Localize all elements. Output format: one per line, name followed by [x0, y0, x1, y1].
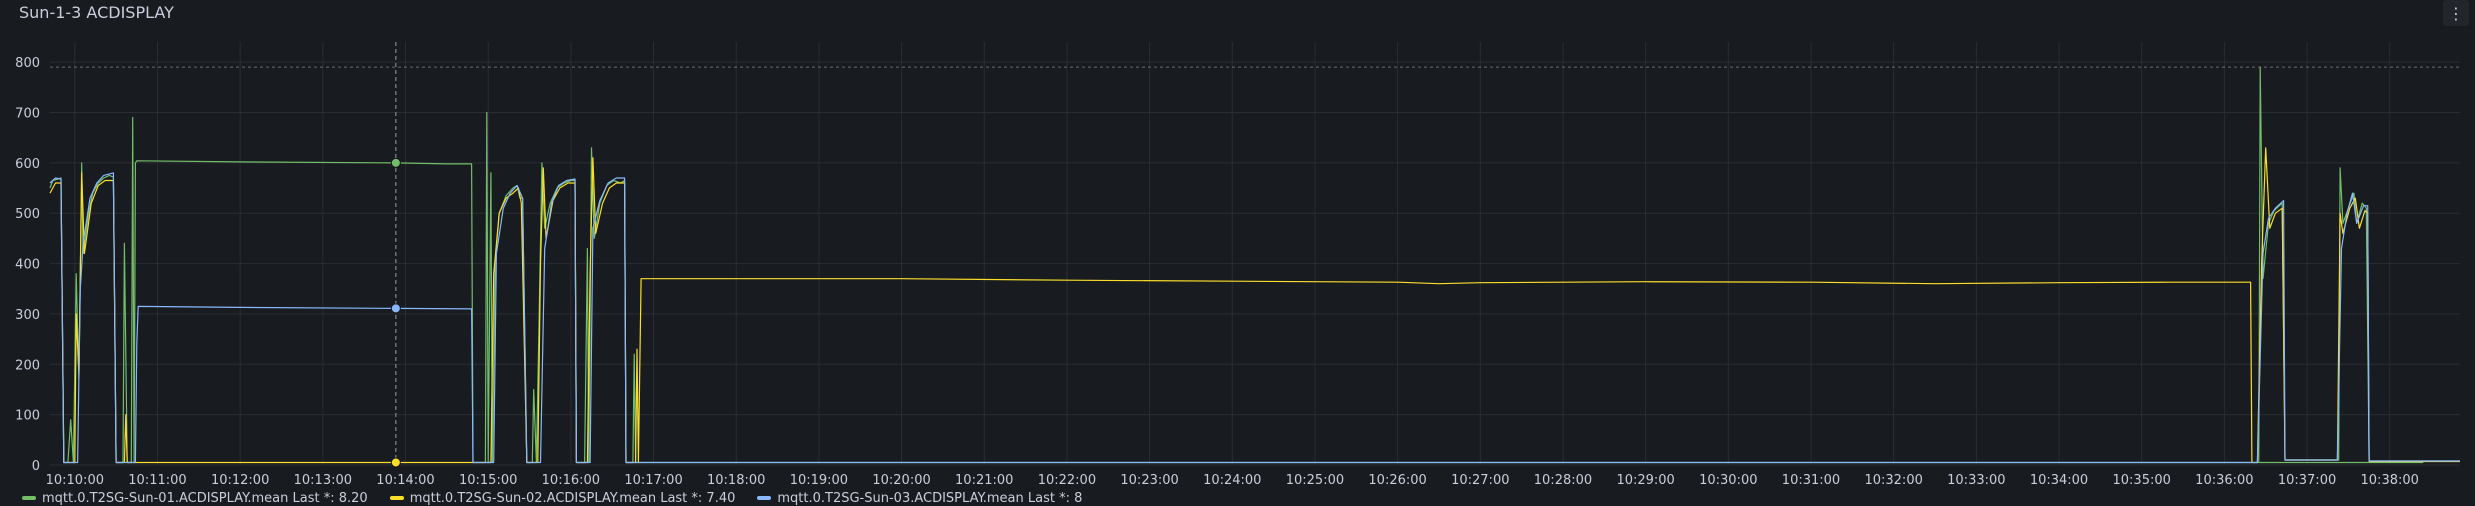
x-tick-label: 10:34:00	[2030, 473, 2088, 488]
x-tick-label: 10:30:00	[1699, 473, 1757, 488]
x-tick-label: 10:11:00	[128, 473, 186, 488]
legend: mqtt.0.T2SG-Sun-01.ACDISPLAY.mean Last *…	[22, 490, 1083, 506]
legend-swatch	[22, 496, 36, 500]
x-tick-label: 10:35:00	[2113, 473, 2171, 488]
x-tick-label: 10:17:00	[624, 473, 682, 488]
chart-panel: Sun-1-3 ACDISPLAY ⋮ 0 100 200 300 400 500 600 7…	[0, 0, 2475, 506]
y-tick-label: 800	[15, 56, 40, 71]
legend-label: mqtt.0.T2SG-Sun-01.ACDISPLAY.mean Last *…	[42, 490, 368, 506]
x-tick-label: 10:33:00	[1947, 473, 2005, 488]
x-tick-label: 10:16:00	[542, 473, 600, 488]
x-tick-label: 10:19:00	[790, 473, 848, 488]
x-tick-label: 10:24:00	[1203, 473, 1261, 488]
legend-item-2[interactable]: mqtt.0.T2SG-Sun-02.ACDISPLAY.mean Last *…	[389, 490, 736, 506]
x-tick-label: 10:31:00	[1782, 473, 1840, 488]
x-tick-label: 10:12:00	[211, 473, 269, 488]
x-tick-label: 10:38:00	[2361, 473, 2419, 488]
y-axis-ticks: 0 100 200 300 400 500 600 700 800	[15, 56, 40, 474]
y-tick-label: 500	[15, 207, 40, 222]
x-tick-label: 10:36:00	[2195, 473, 2253, 488]
crosshair-point-1	[390, 157, 401, 168]
y-tick-label: 400	[15, 258, 40, 273]
x-tick-label: 10:15:00	[459, 473, 517, 488]
series-line-3	[49, 172, 2460, 464]
series-line-2	[49, 147, 2460, 464]
crosshair-point-3	[390, 303, 401, 314]
x-tick-label: 10:10:00	[46, 473, 104, 488]
x-tick-label: 10:32:00	[1864, 473, 1922, 488]
x-tick-label: 10:21:00	[955, 473, 1013, 488]
legend-label: mqtt.0.T2SG-Sun-02.ACDISPLAY.mean Last *…	[409, 490, 736, 506]
y-tick-label: 0	[32, 459, 40, 474]
legend-swatch	[389, 496, 404, 500]
legend-swatch	[757, 496, 772, 500]
crosshair-point-2	[390, 457, 401, 468]
x-tick-label: 10:23:00	[1120, 473, 1178, 488]
x-axis-ticks: 10:10:00 10:11:00 10:12:00 10:13:00 10:14:00…	[46, 473, 2419, 488]
y-tick-label: 200	[15, 358, 40, 373]
y-tick-label: 700	[15, 107, 40, 122]
x-tick-label: 10:13:00	[294, 473, 352, 488]
y-tick-label: 100	[15, 409, 40, 424]
x-tick-label: 10:28:00	[1534, 473, 1592, 488]
legend-label: mqtt.0.T2SG-Sun-03.ACDISPLAY.mean Last *…	[777, 490, 1083, 506]
line-chart[interactable]: 0 100 200 300 400 500 600 700 800 10:10:00 10:11:…	[0, 0, 2475, 504]
series-lines	[49, 66, 2460, 464]
x-tick-label: 10:27:00	[1451, 473, 1509, 488]
x-tick-label: 10:29:00	[1616, 473, 1674, 488]
x-tick-label: 10:20:00	[872, 473, 930, 488]
crosshair	[390, 42, 401, 468]
x-tick-label: 10:26:00	[1368, 473, 1426, 488]
legend-item-3[interactable]: mqtt.0.T2SG-Sun-03.ACDISPLAY.mean Last *…	[757, 490, 1083, 506]
y-tick-label: 300	[15, 308, 40, 323]
x-tick-label: 10:18:00	[707, 473, 765, 488]
series-line-1	[49, 66, 2460, 464]
x-tick-label: 10:37:00	[2278, 473, 2336, 488]
x-tick-label: 10:22:00	[1038, 473, 1096, 488]
y-tick-label: 600	[15, 157, 40, 172]
x-tick-label: 10:25:00	[1286, 473, 1344, 488]
x-tick-label: 10:14:00	[376, 473, 434, 488]
grid-lines	[50, 42, 2460, 466]
legend-item-1[interactable]: mqtt.0.T2SG-Sun-01.ACDISPLAY.mean Last *…	[22, 490, 368, 506]
